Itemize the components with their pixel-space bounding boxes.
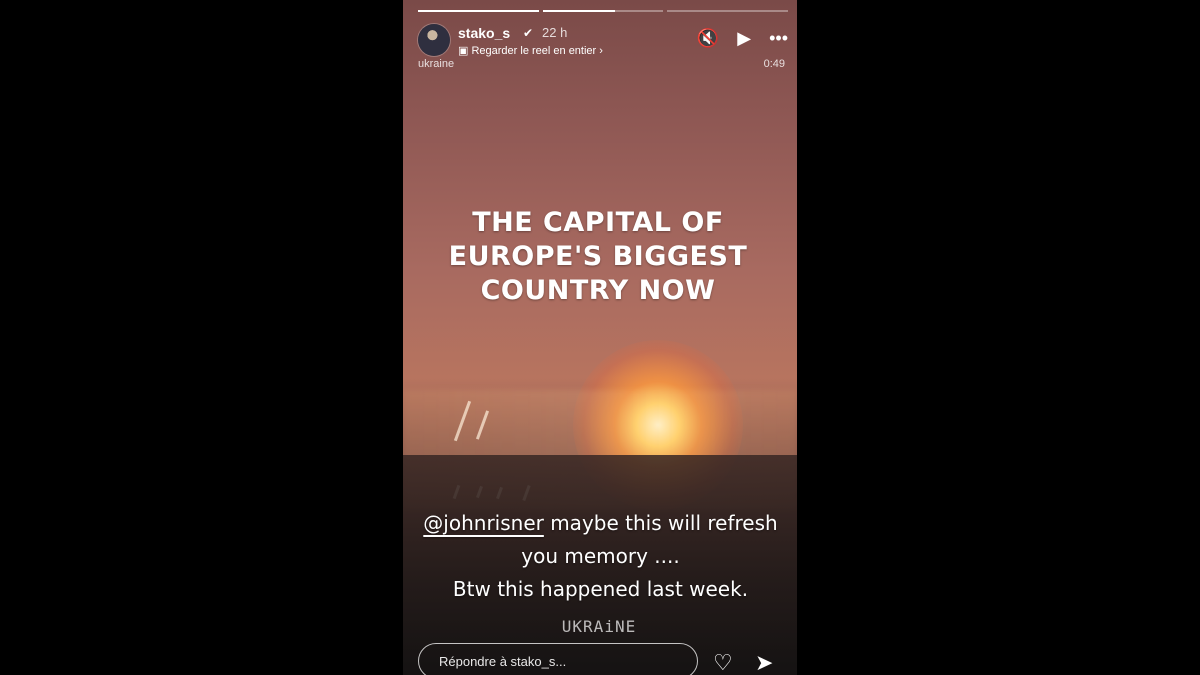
story-viewer[interactable]: stako_s ✔ 22 h ▣ Regarder le reel en ent… xyxy=(403,0,797,675)
story-header: stako_s ✔ 22 h ▣ Regarder le reel en ent… xyxy=(418,24,788,68)
reel-link-label: Regarder le reel en entier xyxy=(471,45,597,57)
mention-link[interactable]: @johnrisner xyxy=(423,511,544,535)
progress-segment-current xyxy=(542,10,664,12)
caption-line-3: Btw this happened last week. xyxy=(452,577,749,601)
caption-line-1: @johnrisner maybe this will refresh xyxy=(423,507,778,540)
ukraine-watermark: UKRAiNE xyxy=(561,617,637,636)
headline-line: EUROPE'S BIGGEST xyxy=(448,241,748,272)
caption-text-line: maybe this will refresh xyxy=(550,511,778,535)
avatar[interactable] xyxy=(418,24,450,56)
username[interactable]: stako_s xyxy=(458,25,510,41)
more-options-icon[interactable]: ••• xyxy=(769,29,788,47)
chevron-right-icon: › xyxy=(599,45,603,57)
reply-input[interactable]: Répondre à stako_s... xyxy=(418,643,698,675)
verified-badge-icon: ✔ xyxy=(523,26,534,40)
location-tag[interactable]: ukraine xyxy=(418,58,454,70)
progress-segment xyxy=(418,10,539,12)
story-controls: 🔇 ▶ ••• xyxy=(697,29,788,47)
headline-text: THE CAPITAL OF EUROPE'S BIGGEST COUNTRY … xyxy=(448,206,748,308)
screen: stako_s ✔ 22 h ▣ Regarder le reel en ent… xyxy=(0,0,1200,675)
watch-full-reel-link[interactable]: ▣ Regarder le reel en entier › xyxy=(458,44,603,57)
post-time: 22 h xyxy=(542,25,568,40)
send-icon[interactable]: ➤ xyxy=(755,650,773,675)
heart-icon[interactable]: ♡ xyxy=(713,650,733,675)
headline-line: THE CAPITAL OF xyxy=(472,207,724,238)
story-progress xyxy=(418,10,789,12)
progress-segment xyxy=(667,10,789,12)
headline-line: COUNTRY NOW xyxy=(480,275,716,306)
video-duration: 0:49 xyxy=(763,58,785,70)
caption-text: @johnrisner maybe this will refresh you … xyxy=(423,507,778,606)
mute-icon[interactable]: 🔇 xyxy=(697,29,719,47)
play-icon[interactable]: ▶ xyxy=(737,29,751,47)
reel-icon: ▣ xyxy=(458,45,469,57)
reply-placeholder: Répondre à stako_s... xyxy=(439,653,567,669)
caption-line-2: you memory .... xyxy=(521,544,680,568)
